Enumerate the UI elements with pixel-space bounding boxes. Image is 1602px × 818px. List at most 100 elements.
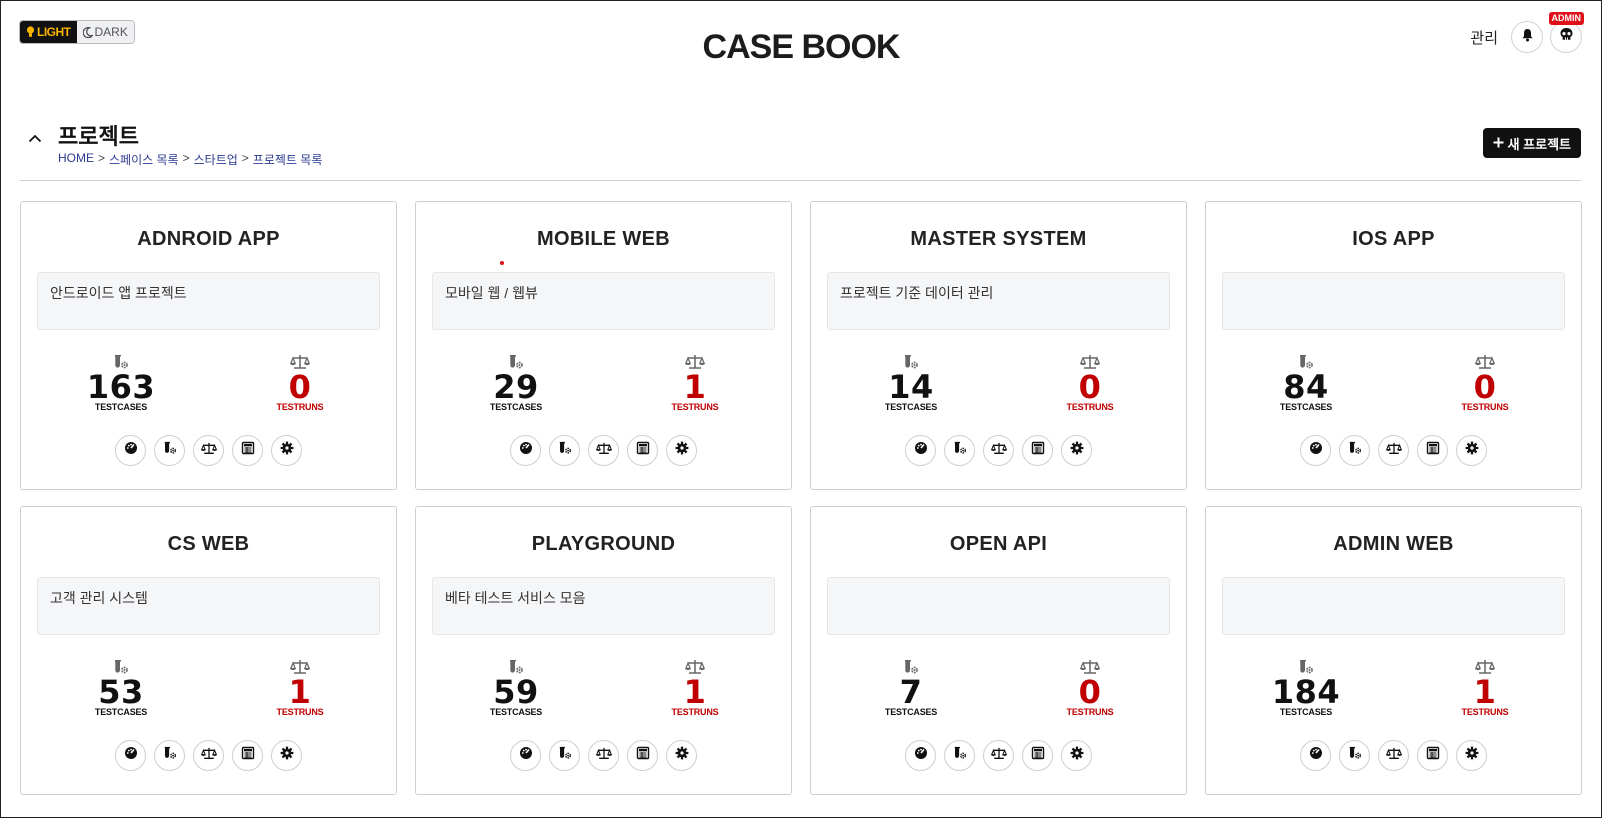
testruns-button[interactable] [588,435,619,466]
dashboard-icon [914,441,928,460]
testruns-button[interactable] [193,740,224,771]
testcase-stat[interactable]: 14 TESTCASES [851,354,971,412]
settings-icon [1465,441,1479,460]
reports-button[interactable] [232,435,263,466]
dashboard-button[interactable] [115,435,146,466]
settings-button[interactable] [1456,740,1487,771]
breadcrumb-space[interactable]: 스타트업 [194,151,238,168]
settings-button[interactable] [666,740,697,771]
card-actions [1206,435,1581,466]
testcase-stat[interactable]: 53 TESTCASES [61,659,181,717]
testruns-button[interactable] [588,740,619,771]
testcase-stat[interactable]: 7 TESTCASES [851,659,971,717]
testrun-stat[interactable]: 1 TESTRUNS [240,659,360,717]
testcases-button[interactable] [944,740,975,771]
testcases-button[interactable] [1339,435,1370,466]
testruns-button[interactable] [983,740,1014,771]
testrun-stat[interactable]: 0 TESTRUNS [1030,354,1150,412]
dashboard-button[interactable] [905,435,936,466]
settings-button[interactable] [271,740,302,771]
collapse-toggle-button[interactable] [25,131,45,147]
breadcrumb-projects[interactable]: 프로젝트 목록 [253,151,323,168]
testcase-stat[interactable]: 163 TESTCASES [61,354,181,412]
bell-icon [1521,28,1534,47]
testcases-button[interactable] [1339,740,1370,771]
testcase-stat[interactable]: 59 TESTCASES [456,659,576,717]
testrun-stat[interactable]: 0 TESTRUNS [1030,659,1150,717]
dashboard-button[interactable] [510,435,541,466]
dashboard-button[interactable] [1300,435,1331,466]
reports-button[interactable] [627,740,658,771]
project-name[interactable]: ADNROID APP [21,228,396,251]
testcase-stat[interactable]: 29 TESTCASES [456,354,576,412]
dashboard-button[interactable] [510,740,541,771]
project-name[interactable]: MASTER SYSTEM [811,228,1186,251]
project-description: 모바일 웹 / 웹뷰 [432,272,775,330]
testrun-stat[interactable]: 0 TESTRUNS [1425,354,1545,412]
card-actions [21,435,396,466]
testcase-stat[interactable]: 84 TESTCASES [1246,354,1366,412]
testrun-stat[interactable]: 1 TESTRUNS [1425,659,1545,717]
testrun-stat[interactable]: 1 TESTRUNS [635,354,755,412]
testrun-label: TESTRUNS [1461,402,1509,412]
project-card: MASTER SYSTEM 프로젝트 기준 데이터 관리 14 TESTCASE… [810,201,1187,490]
reports-button[interactable] [1022,740,1053,771]
testruns-button[interactable] [1378,435,1409,466]
project-card: PLAYGROUND 베타 테스트 서비스 모음 59 TESTCASES 1 … [415,506,792,795]
project-name[interactable]: CS WEB [21,533,396,556]
dashboard-button[interactable] [115,740,146,771]
testcase-count: 53 [98,673,144,711]
project-name[interactable]: MOBILE WEB [416,228,791,251]
project-name[interactable]: IOS APP [1206,228,1581,251]
reports-button[interactable] [1022,435,1053,466]
dashboard-button[interactable] [1300,740,1331,771]
header-divider [20,180,1581,181]
testcases-button[interactable] [944,435,975,466]
dashboard-icon [519,746,533,765]
testcase-label: TESTCASES [489,707,543,717]
testrun-icon [595,747,612,765]
testruns-button[interactable] [983,435,1014,466]
testrun-stat[interactable]: 1 TESTRUNS [635,659,755,717]
settings-button[interactable] [1456,435,1487,466]
testrun-icon [990,442,1007,460]
project-name[interactable]: OPEN API [811,533,1186,556]
settings-button[interactable] [1061,435,1092,466]
admin-link[interactable]: 관리 [1470,27,1498,48]
project-description [1222,577,1565,635]
reports-button[interactable] [627,435,658,466]
indicator-dot [500,261,504,265]
testcases-button[interactable] [154,740,185,771]
project-card: IOS APP 84 TESTCASES 0 TESTRUNS [1205,201,1582,490]
reports-button[interactable] [232,740,263,771]
testrun-icon [595,442,612,460]
settings-button[interactable] [271,435,302,466]
testcases-button[interactable] [549,740,580,771]
reports-button[interactable] [1417,435,1448,466]
reports-button[interactable] [1417,740,1448,771]
breadcrumb-separator: > [182,151,190,165]
new-project-button[interactable]: 새 프로젝트 [1482,128,1581,158]
user-avatar-button[interactable]: ADMIN [1548,12,1584,53]
testruns-button[interactable] [1378,740,1409,771]
notifications-button[interactable] [1511,21,1543,53]
testcases-button[interactable] [549,435,580,466]
testruns-button[interactable] [193,435,224,466]
project-card: OPEN API 7 TESTCASES 0 TESTRUNS [810,506,1187,795]
project-name[interactable]: ADMIN WEB [1206,533,1581,556]
testrun-stat[interactable]: 0 TESTRUNS [240,354,360,412]
settings-button[interactable] [666,435,697,466]
breadcrumb-spaces[interactable]: 스페이스 목록 [109,151,179,168]
project-name[interactable]: PLAYGROUND [416,533,791,556]
settings-button[interactable] [1061,740,1092,771]
settings-icon [280,441,294,460]
testcase-count: 14 [888,368,934,406]
testrun-icon [1385,747,1402,765]
settings-icon [675,746,689,765]
testcase-stat[interactable]: 184 TESTCASES [1246,659,1366,717]
header-actions: 관리 ADMIN [1470,12,1584,53]
breadcrumb-home[interactable]: HOME [58,151,94,168]
testcases-button[interactable] [154,435,185,466]
new-project-label: 새 프로젝트 [1507,136,1571,152]
dashboard-button[interactable] [905,740,936,771]
